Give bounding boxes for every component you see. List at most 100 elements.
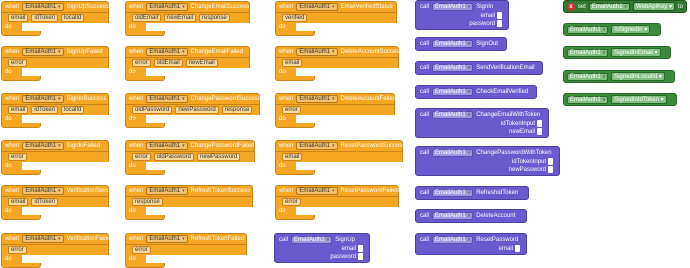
event-block-refresh-token-success[interactable]: when EmailAuth1 ▾ RefreshTokenSuccess res… <box>125 185 253 220</box>
param-tag[interactable]: email <box>8 14 29 22</box>
getter-block-is-signed-in[interactable]: EmailAuth1 ▾ IsSignedIn ▾ <box>563 23 661 36</box>
param-tag[interactable]: error <box>8 59 27 67</box>
component-dropdown[interactable]: EmailAuth1 ▾ <box>296 95 338 103</box>
component-dropdown[interactable]: EmailAuth1 ▾ <box>22 95 64 103</box>
component-dropdown[interactable]: EmailAuth1 ▾ <box>22 3 64 11</box>
event-block-verification-failed[interactable]: when EmailAuth1 ▾ VerificationFailed erro… <box>1 233 112 268</box>
arg-socket[interactable] <box>358 245 363 252</box>
arg-socket[interactable] <box>497 12 502 19</box>
param-tag[interactable]: error <box>132 153 151 161</box>
component-dropdown[interactable]: EmailAuth1 ▾ <box>432 212 474 220</box>
event-block-reset-password-failed[interactable]: when EmailAuth1 ▾ ResetPasswordFailed err… <box>275 185 399 220</box>
event-block-signup-success[interactable]: when EmailAuth1 ▾ SignUpSuccess email idTo… <box>1 1 109 36</box>
component-dropdown[interactable]: EmailAuth1 ▾ <box>567 25 609 34</box>
event-block-change-email-success[interactable]: when EmailAuth1 ▾ ChangeEmailSuccess oldE… <box>125 1 250 36</box>
arg-socket[interactable] <box>537 128 542 135</box>
param-tag[interactable]: email <box>8 106 29 114</box>
event-block-verification-sent[interactable]: when EmailAuth1 ▾ VerificationSent email i… <box>1 185 109 220</box>
component-dropdown[interactable]: EmailAuth1 ▾ <box>146 48 188 56</box>
event-block-signin-success[interactable]: when EmailAuth1 ▾ SignInSuccess email idTo… <box>1 93 109 128</box>
property-dropdown[interactable]: WebApiKey ▾ <box>633 2 675 11</box>
method-block-change-email-with-token[interactable]: call EmailAuth1 ▾ ChangeEmailWithToken id… <box>415 108 549 138</box>
method-block-send-verification-email[interactable]: call EmailAuth1 ▾ SendVerificationEmail <box>415 61 543 75</box>
method-block-signin[interactable]: call EmailAuth1 ▾ SignIn email password <box>415 0 509 30</box>
param-tag[interactable]: response <box>132 198 163 206</box>
component-dropdown[interactable]: EmailAuth1 ▾ <box>432 40 474 48</box>
component-dropdown[interactable]: EmailAuth1 ▾ <box>432 64 474 72</box>
method-block-check-email-verified[interactable]: call EmailAuth1 ▾ CheckEmailVerified <box>415 85 537 99</box>
param-tag[interactable]: response <box>221 106 253 114</box>
arg-socket[interactable] <box>515 245 520 252</box>
getter-block-signed-in-local-id[interactable]: EmailAuth1 ▾ SignedInLocalId ▾ <box>563 70 675 83</box>
event-block-email-verified-status[interactable]: when EmailAuth1 ▾ EmailVerifiedStatus ver… <box>275 1 397 36</box>
getter-block-signed-in-email[interactable]: EmailAuth1 ▾ SignedInEmail ▾ <box>563 46 671 59</box>
component-dropdown[interactable]: EmailAuth1 ▾ <box>22 235 64 243</box>
event-block-delete-account-success[interactable]: when EmailAuth1 ▾ DeleteAccountSuccess em… <box>275 46 402 81</box>
param-tag[interactable]: error <box>282 198 301 206</box>
event-block-reset-password-success[interactable]: when EmailAuth1 ▾ ResetPasswordSuccess em… <box>275 140 405 175</box>
param-tag[interactable]: error <box>132 246 151 254</box>
param-tag[interactable]: oldEmail <box>132 14 162 22</box>
param-tag[interactable]: error <box>8 246 27 254</box>
param-tag[interactable]: email <box>282 59 303 67</box>
param-tag[interactable]: error <box>8 153 27 161</box>
param-tag[interactable]: oldEmail <box>153 59 183 67</box>
event-block-signin-failed[interactable]: when EmailAuth1 ▾ SignInFailed error do <box>1 140 109 175</box>
param-tag[interactable]: localId <box>61 106 85 114</box>
component-dropdown[interactable]: EmailAuth1 ▾ <box>432 3 474 11</box>
param-tag[interactable]: oldPassword <box>153 153 195 161</box>
component-dropdown[interactable]: EmailAuth1 ▾ <box>22 187 64 195</box>
getter-block-signed-in-id-token[interactable]: EmailAuth1 ▾ SignedInIdToken ▾ <box>563 93 677 106</box>
component-dropdown[interactable]: EmailAuth1 ▾ <box>22 48 64 56</box>
arg-socket[interactable] <box>548 166 553 173</box>
component-dropdown[interactable]: EmailAuth1 ▾ <box>588 2 631 11</box>
component-dropdown[interactable]: EmailAuth1 ▾ <box>432 111 474 119</box>
component-dropdown[interactable]: EmailAuth1 ▾ <box>146 142 188 150</box>
param-tag[interactable]: oldPassword <box>132 106 173 114</box>
event-block-delete-account-failed[interactable]: when EmailAuth1 ▾ DeleteAccountFailed err… <box>275 93 396 128</box>
component-dropdown[interactable]: EmailAuth1 ▾ <box>22 142 64 150</box>
param-tag[interactable]: idToken <box>31 14 59 22</box>
method-block-signout[interactable]: call EmailAuth1 ▾ SignOut <box>415 37 507 51</box>
param-tag[interactable]: error <box>132 59 151 67</box>
component-dropdown[interactable]: EmailAuth1 ▾ <box>432 88 474 96</box>
arg-socket[interactable] <box>548 158 553 165</box>
arg-socket[interactable] <box>497 20 502 27</box>
method-block-refresh-id-token[interactable]: call EmailAuth1 ▾ RefreshIdToken <box>415 186 529 200</box>
component-dropdown[interactable]: EmailAuth1 ▾ <box>567 72 609 81</box>
component-dropdown[interactable]: EmailAuth1 ▾ <box>432 149 474 157</box>
param-tag[interactable]: verified <box>282 14 308 22</box>
param-tag[interactable]: localId <box>61 14 85 22</box>
setter-block-web-api-key[interactable]: x set EmailAuth1 ▾ WebApiKey ▾ to <box>563 0 687 13</box>
event-block-refresh-token-failed[interactable]: when EmailAuth1 ▾ RefreshTokenFailed erro… <box>125 233 247 268</box>
component-dropdown[interactable]: EmailAuth1 ▾ <box>146 95 188 103</box>
arg-socket[interactable] <box>537 120 542 127</box>
method-block-delete-account[interactable]: call EmailAuth1 ▾ DeleteAccount <box>415 209 527 223</box>
component-dropdown[interactable]: EmailAuth1 ▾ <box>567 95 609 104</box>
param-tag[interactable]: idToken <box>31 198 59 206</box>
event-block-change-password-success[interactable]: when EmailAuth1 ▾ ChangePasswordSuccess o… <box>125 93 261 128</box>
component-dropdown[interactable]: EmailAuth1 ▾ <box>432 236 474 244</box>
param-tag[interactable]: newEmail <box>164 14 197 22</box>
property-dropdown[interactable]: SignedInEmail ▾ <box>611 48 661 57</box>
param-tag[interactable]: response <box>199 14 230 22</box>
param-tag[interactable]: email <box>282 153 303 161</box>
component-dropdown[interactable]: EmailAuth1 ▾ <box>432 189 474 197</box>
event-block-change-password-failed[interactable]: when EmailAuth1 ▾ ChangePasswordFailed er… <box>125 140 255 175</box>
component-dropdown[interactable]: EmailAuth1 ▾ <box>146 235 188 243</box>
param-tag[interactable]: newPassword <box>197 153 241 161</box>
property-dropdown[interactable]: SignedInLocalId ▾ <box>611 72 665 81</box>
component-dropdown[interactable]: EmailAuth1 ▾ <box>146 3 188 11</box>
method-block-reset-password[interactable]: call EmailAuth1 ▾ ResetPassword email <box>415 233 527 255</box>
param-tag[interactable]: idToken <box>31 106 59 114</box>
component-dropdown[interactable]: EmailAuth1 ▾ <box>291 236 333 244</box>
param-tag[interactable]: email <box>8 198 29 206</box>
method-block-change-password-with-token[interactable]: call EmailAuth1 ▾ ChangePasswordWithToken… <box>415 146 560 176</box>
component-dropdown[interactable]: EmailAuth1 ▾ <box>296 48 338 56</box>
event-block-signup-failed[interactable]: when EmailAuth1 ▾ SignUpFailed error do <box>1 46 109 81</box>
param-tag[interactable]: newPassword <box>175 106 219 114</box>
arg-socket[interactable] <box>358 253 363 260</box>
component-dropdown[interactable]: EmailAuth1 ▾ <box>296 142 338 150</box>
property-dropdown[interactable]: IsSignedIn ▾ <box>611 25 651 34</box>
param-tag[interactable]: error <box>282 106 301 114</box>
